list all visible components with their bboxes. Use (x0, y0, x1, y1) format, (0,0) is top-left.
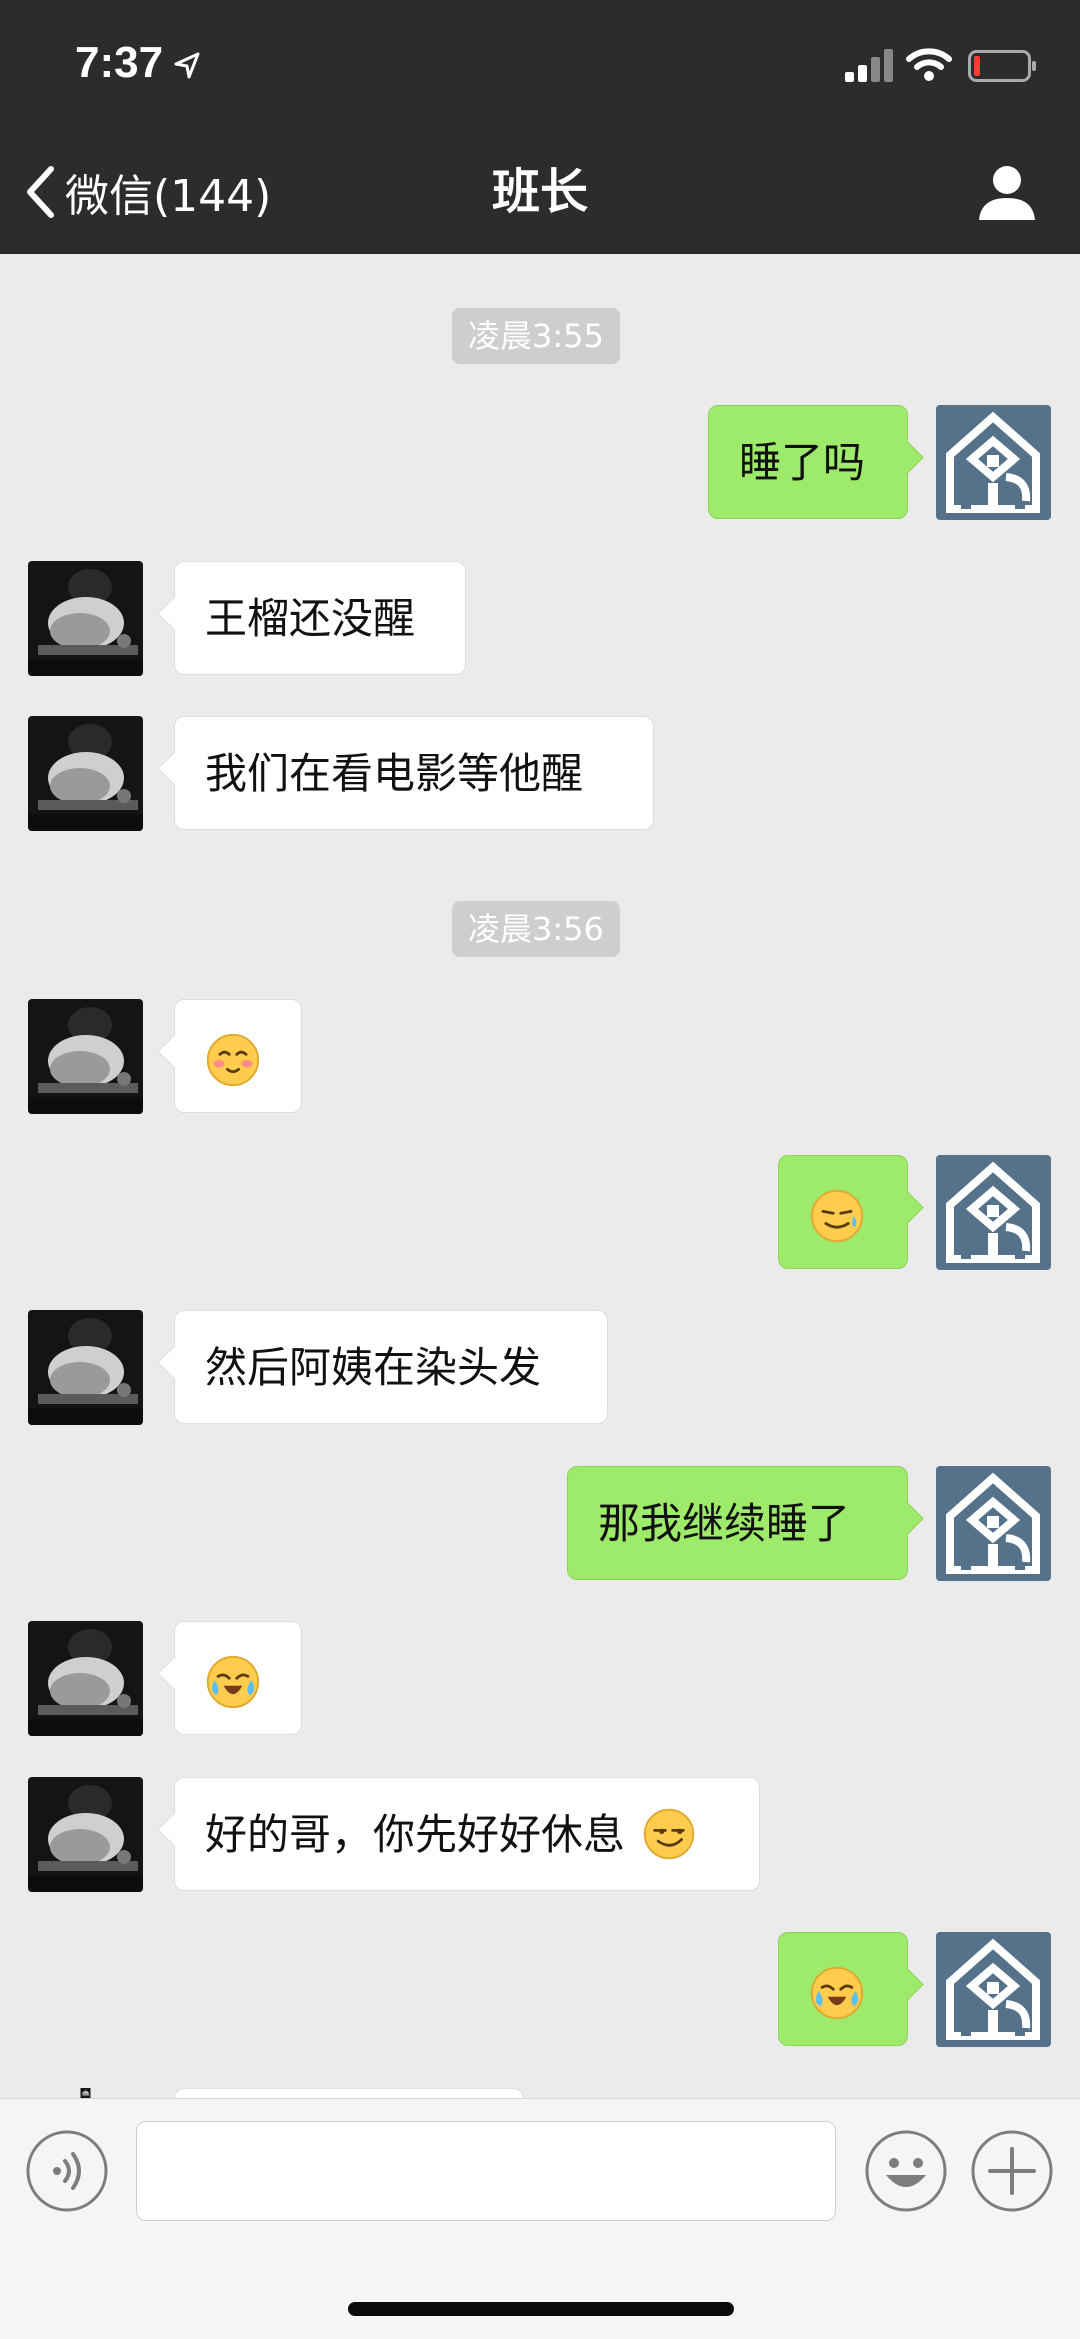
my-avatar[interactable] (936, 405, 1051, 520)
voice-input-icon[interactable] (25, 2129, 109, 2213)
message-text: 睡了吗 (739, 438, 866, 487)
received-message-bubble[interactable]: 王榴还没醒 (174, 561, 466, 675)
sent-message-bubble[interactable]: 那我继续睡了 (567, 1466, 908, 1580)
back-label: 微信(144) (65, 171, 272, 222)
timestamp-text: 凌晨3:56 (468, 910, 604, 948)
plus-icon[interactable] (970, 2129, 1054, 2213)
timestamp: 凌晨3:55 (452, 308, 620, 364)
chevron-left-icon (27, 166, 54, 218)
status-bar: 7:37 (0, 0, 1080, 130)
back-button[interactable]: 微信(144) (25, 158, 271, 226)
timestamp: 凌晨3:56 (452, 901, 620, 957)
contact-avatar[interactable] (28, 561, 143, 676)
blushing-smile-emoji (205, 1032, 261, 1088)
received-emoji-bubble[interactable] (174, 1621, 302, 1735)
my-avatar[interactable] (936, 1932, 1051, 2047)
received-message-bubble[interactable]: 我们在看电影等他醒 (174, 716, 654, 830)
contact-avatar[interactable] (28, 1621, 143, 1736)
location-arrow-icon (174, 52, 200, 79)
message-text: 我们在看电影等他醒 (205, 749, 584, 798)
my-avatar[interactable] (936, 1155, 1051, 1270)
message-text: 王榴还没醒 (205, 594, 416, 643)
my-avatar[interactable] (936, 1466, 1051, 1581)
message-text: 好的哥，你先好好休息 (205, 1810, 626, 1859)
sent-emoji-bubble[interactable] (778, 1155, 908, 1269)
timestamp-text: 凌晨3:55 (468, 317, 604, 355)
nav-bar: 微信(144) 班长 (0, 130, 1080, 254)
crying-emoji (809, 1965, 865, 2021)
received-message-bubble[interactable]: 好的哥，你先好好休息 (174, 1777, 760, 1891)
home-indicator[interactable] (348, 2302, 734, 2316)
battery-low-icon (968, 50, 1036, 82)
message-text: 那我继续睡了 (598, 1499, 851, 1548)
received-message-bubble[interactable]: 然后阿姨在染头发 (174, 1310, 608, 1424)
crying-emoji (205, 1654, 261, 1710)
partial-message-bubble (174, 2088, 524, 2098)
cellular-signal-icon (845, 49, 893, 82)
emoji-picker-icon[interactable] (864, 2129, 948, 2213)
status-time: 7:37 (75, 38, 164, 87)
wifi-icon (906, 48, 952, 81)
grinning-sly-emoji (642, 1807, 696, 1861)
contact-avatar[interactable] (28, 1310, 143, 1425)
message-input[interactable] (136, 2121, 836, 2221)
contact-avatar[interactable] (28, 2088, 143, 2098)
contact-avatar[interactable] (28, 999, 143, 1114)
message-text: 然后阿姨在染头发 (205, 1343, 542, 1392)
received-emoji-bubble[interactable] (174, 999, 302, 1113)
profile-icon[interactable] (975, 160, 1039, 224)
sent-emoji-bubble[interactable] (778, 1932, 908, 2046)
contact-avatar[interactable] (28, 716, 143, 831)
sweat-smile-emoji (809, 1188, 865, 1244)
sent-message-bubble[interactable]: 睡了吗 (708, 405, 908, 519)
contact-avatar[interactable] (28, 1777, 143, 1892)
